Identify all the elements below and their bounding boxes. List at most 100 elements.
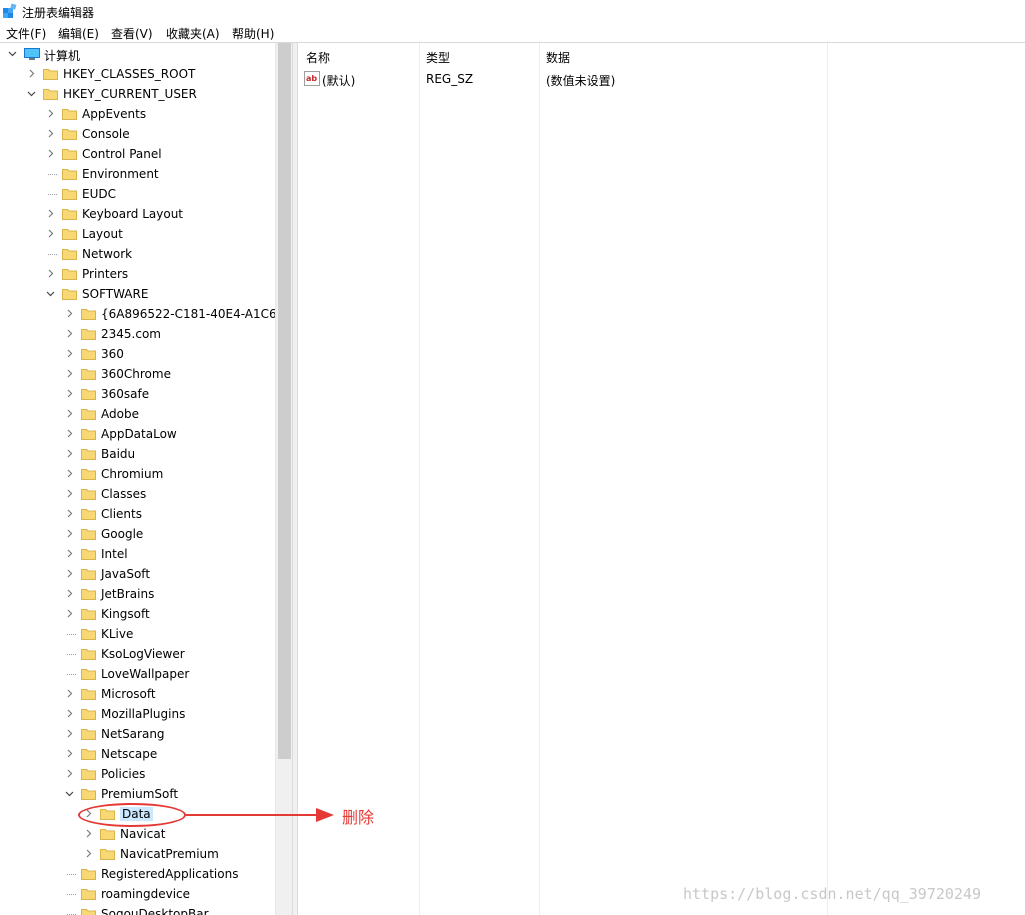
tree-node-sogoudesktopbar[interactable]: SogouDesktopBar: [0, 904, 275, 915]
tree-node-navicatpremium[interactable]: NavicatPremium: [0, 844, 275, 864]
tree-node-baidu[interactable]: Baidu: [0, 444, 275, 464]
tree-node-clients[interactable]: Clients: [0, 504, 275, 524]
chevron-right-icon[interactable]: [65, 709, 74, 718]
folder-icon: [62, 288, 77, 300]
tree-node-network[interactable]: Network: [0, 244, 275, 264]
chevron-right-icon[interactable]: [84, 829, 93, 838]
chevron-right-icon[interactable]: [65, 389, 74, 398]
tree-node-environment[interactable]: Environment: [0, 164, 275, 184]
svg-text:ab: ab: [306, 74, 317, 83]
tree-node-layout[interactable]: Layout: [0, 224, 275, 244]
tree-node-360chrome[interactable]: 360Chrome: [0, 364, 275, 384]
folder-icon: [81, 748, 96, 760]
menu-file[interactable]: 文件(F): [6, 25, 46, 42]
chevron-right-icon[interactable]: [65, 569, 74, 578]
chevron-right-icon[interactable]: [46, 209, 55, 218]
tree-node-lovewallpaper[interactable]: LoveWallpaper: [0, 664, 275, 684]
tree-node-keyboard-layout[interactable]: Keyboard Layout: [0, 204, 275, 224]
tree-node-360safe[interactable]: 360safe: [0, 384, 275, 404]
tree-node-registeredapplications[interactable]: RegisteredApplications: [0, 864, 275, 884]
chevron-right-icon[interactable]: [65, 769, 74, 778]
tree-node-control-panel[interactable]: Control Panel: [0, 144, 275, 164]
tree-node-netsarang[interactable]: NetSarang: [0, 724, 275, 744]
tree-node-chromium[interactable]: Chromium: [0, 464, 275, 484]
chevron-right-icon[interactable]: [65, 409, 74, 418]
tree-node-navicat[interactable]: Navicat: [0, 824, 275, 844]
column-header-type[interactable]: 类型: [426, 49, 450, 66]
chevron-right-icon[interactable]: [65, 429, 74, 438]
chevron-right-icon[interactable]: [65, 329, 74, 338]
tree-node-6a896522-c181-40e4-a1c6-c[interactable]: {6A896522-C181-40E4-A1C6-C: [0, 304, 289, 324]
chevron-right-icon[interactable]: [46, 129, 55, 138]
chevron-right-icon[interactable]: [65, 529, 74, 538]
chevron-right-icon[interactable]: [65, 549, 74, 558]
column-header-name[interactable]: 名称: [306, 49, 330, 66]
tree-node-appevents[interactable]: AppEvents: [0, 104, 275, 124]
chevron-right-icon[interactable]: [84, 849, 93, 858]
chevron-down-icon[interactable]: [27, 89, 36, 98]
tree-node-label: KsoLogViewer: [101, 647, 185, 661]
chevron-right-icon[interactable]: [65, 749, 74, 758]
tree-scrollbar[interactable]: [275, 43, 292, 915]
tree-node-eudc[interactable]: EUDC: [0, 184, 275, 204]
tree-node-adobe[interactable]: Adobe: [0, 404, 275, 424]
chevron-right-icon[interactable]: [65, 729, 74, 738]
tree-node-console[interactable]: Console: [0, 124, 275, 144]
tree-node-360[interactable]: 360: [0, 344, 275, 364]
tree-node-klive[interactable]: KLive: [0, 624, 275, 644]
tree-node-premiumsoft[interactable]: PremiumSoft: [0, 784, 275, 804]
tree-node-label: Baidu: [101, 447, 136, 461]
folder-icon: [81, 328, 96, 340]
chevron-right-icon[interactable]: [65, 609, 74, 618]
tree-node-google[interactable]: Google: [0, 524, 275, 544]
menu-view[interactable]: 查看(V): [111, 25, 153, 42]
menu-favorites[interactable]: 收藏夹(A): [166, 25, 220, 42]
chevron-right-icon[interactable]: [46, 109, 55, 118]
value-list[interactable]: 名称 类型 数据 ab (默认) REG_SZ (数值未设置): [298, 43, 1025, 915]
tree-node-mozillaplugins[interactable]: MozillaPlugins: [0, 704, 275, 724]
chevron-right-icon[interactable]: [46, 229, 55, 238]
tree-node-netscape[interactable]: Netscape: [0, 744, 275, 764]
tree-node-jetbrains[interactable]: JetBrains: [0, 584, 275, 604]
tree-scroll-thumb[interactable]: [278, 43, 291, 759]
chevron-down-icon[interactable]: [8, 49, 17, 58]
tree-node-classes[interactable]: Classes: [0, 484, 275, 504]
chevron-right-icon[interactable]: [65, 369, 74, 378]
tree-node-label: Chromium: [101, 467, 164, 481]
tree-node-computer[interactable]: 计算机: [0, 44, 275, 64]
column-header-data[interactable]: 数据: [546, 49, 570, 66]
chevron-down-icon[interactable]: [65, 789, 74, 798]
tree-node-roamingdevice[interactable]: roamingdevice: [0, 884, 275, 904]
tree-connector: [67, 674, 76, 675]
folder-icon: [81, 768, 96, 780]
tree-node-microsoft[interactable]: Microsoft: [0, 684, 275, 704]
chevron-right-icon[interactable]: [46, 269, 55, 278]
folder-icon: [81, 728, 96, 740]
chevron-right-icon[interactable]: [65, 449, 74, 458]
tree-node-appdatalow[interactable]: AppDataLow: [0, 424, 275, 444]
tree-node-hkcr[interactable]: HKEY_CLASSES_ROOT: [0, 64, 275, 84]
chevron-right-icon[interactable]: [65, 349, 74, 358]
tree-node-2345-com[interactable]: 2345.com: [0, 324, 275, 344]
tree-node-label: Clients: [101, 507, 142, 521]
chevron-right-icon[interactable]: [27, 69, 36, 78]
tree-node-policies[interactable]: Policies: [0, 764, 275, 784]
menu-edit[interactable]: 编辑(E): [58, 25, 99, 42]
chevron-right-icon[interactable]: [65, 489, 74, 498]
registry-tree[interactable]: 计算机 HKEY_CLASSES_ROOT HKEY_CURRENT_USER App…: [0, 43, 292, 915]
tree-node-software[interactable]: SOFTWARE: [0, 284, 275, 304]
chevron-down-icon[interactable]: [46, 289, 55, 298]
tree-node-ksologviewer[interactable]: KsoLogViewer: [0, 644, 275, 664]
chevron-right-icon[interactable]: [65, 689, 74, 698]
tree-node-javasoft[interactable]: JavaSoft: [0, 564, 275, 584]
chevron-right-icon[interactable]: [65, 589, 74, 598]
chevron-right-icon[interactable]: [65, 509, 74, 518]
chevron-right-icon[interactable]: [65, 469, 74, 478]
tree-node-printers[interactable]: Printers: [0, 264, 275, 284]
chevron-right-icon[interactable]: [65, 309, 74, 318]
tree-node-hkcu[interactable]: HKEY_CURRENT_USER: [0, 84, 275, 104]
tree-node-kingsoft[interactable]: Kingsoft: [0, 604, 275, 624]
chevron-right-icon[interactable]: [46, 149, 55, 158]
menu-help[interactable]: 帮助(H): [232, 25, 274, 42]
tree-node-intel[interactable]: Intel: [0, 544, 275, 564]
